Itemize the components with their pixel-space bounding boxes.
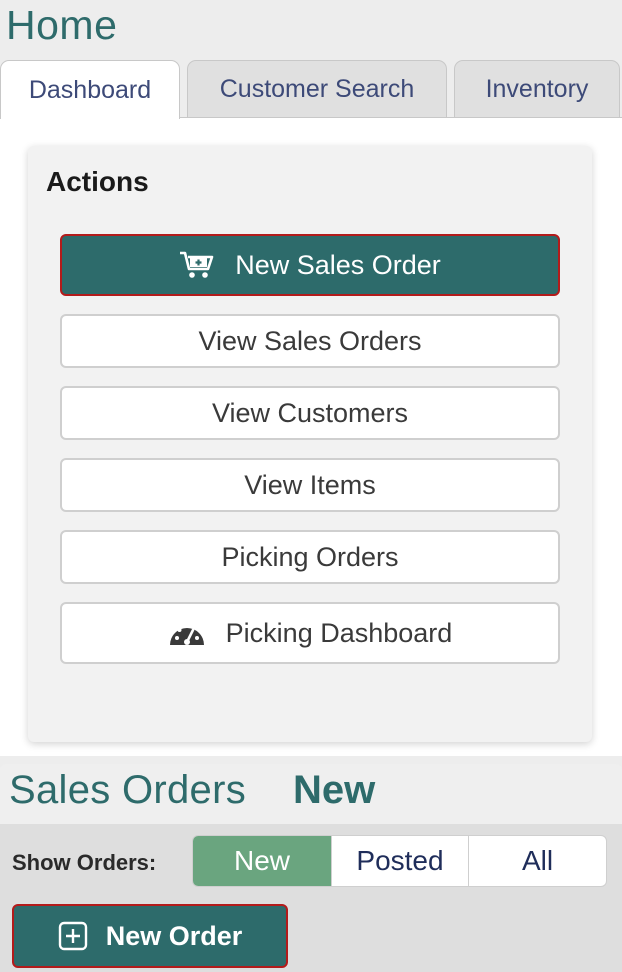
tab-dashboard[interactable]: Dashboard — [0, 60, 180, 119]
show-orders-label: Show Orders: — [12, 850, 157, 875]
actions-card: Actions New Sales Order View Sales Order… — [28, 146, 592, 742]
picking-dashboard-button[interactable]: Picking Dashboard — [60, 602, 560, 664]
tab-inventory[interactable]: Inventory — [454, 60, 620, 118]
view-sales-orders-button[interactable]: View Sales Orders — [60, 314, 560, 368]
new-order-label: New Order — [105, 920, 243, 951]
new-order-button[interactable]: New Order — [12, 904, 288, 968]
filter-all-button[interactable]: All — [468, 836, 606, 886]
cart-plus-icon — [179, 250, 215, 280]
actions-heading: Actions — [46, 166, 149, 197]
filter-new-button[interactable]: New — [193, 836, 331, 886]
new-sales-order-label: New Sales Order — [235, 249, 441, 280]
order-filter-group: New Posted All — [192, 835, 607, 887]
speedometer-icon — [168, 618, 206, 648]
picking-orders-button[interactable]: Picking Orders — [60, 530, 560, 584]
plus-square-icon — [58, 921, 88, 951]
page-title: Home — [6, 2, 118, 48]
view-items-button[interactable]: View Items — [60, 458, 560, 512]
sales-orders-toolbar: Show Orders: New Posted All New Order — [0, 824, 622, 972]
picking-dashboard-label: Picking Dashboard — [225, 617, 453, 648]
filter-posted-button[interactable]: Posted — [331, 836, 468, 886]
sales-orders-status: New — [293, 768, 376, 812]
sales-orders-title: Sales Orders — [9, 768, 247, 812]
sales-orders-header: Sales Orders New — [0, 764, 622, 824]
home-header: Home Dashboard Customer Search Inventory — [0, 0, 622, 119]
view-customers-button[interactable]: View Customers — [60, 386, 560, 440]
tab-customer-search[interactable]: Customer Search — [187, 60, 447, 118]
dashboard-panel: Actions New Sales Order View Sales Order… — [0, 118, 622, 756]
new-sales-order-button[interactable]: New Sales Order — [60, 234, 560, 296]
tab-bar: Dashboard Customer Search Inventory — [0, 60, 622, 119]
